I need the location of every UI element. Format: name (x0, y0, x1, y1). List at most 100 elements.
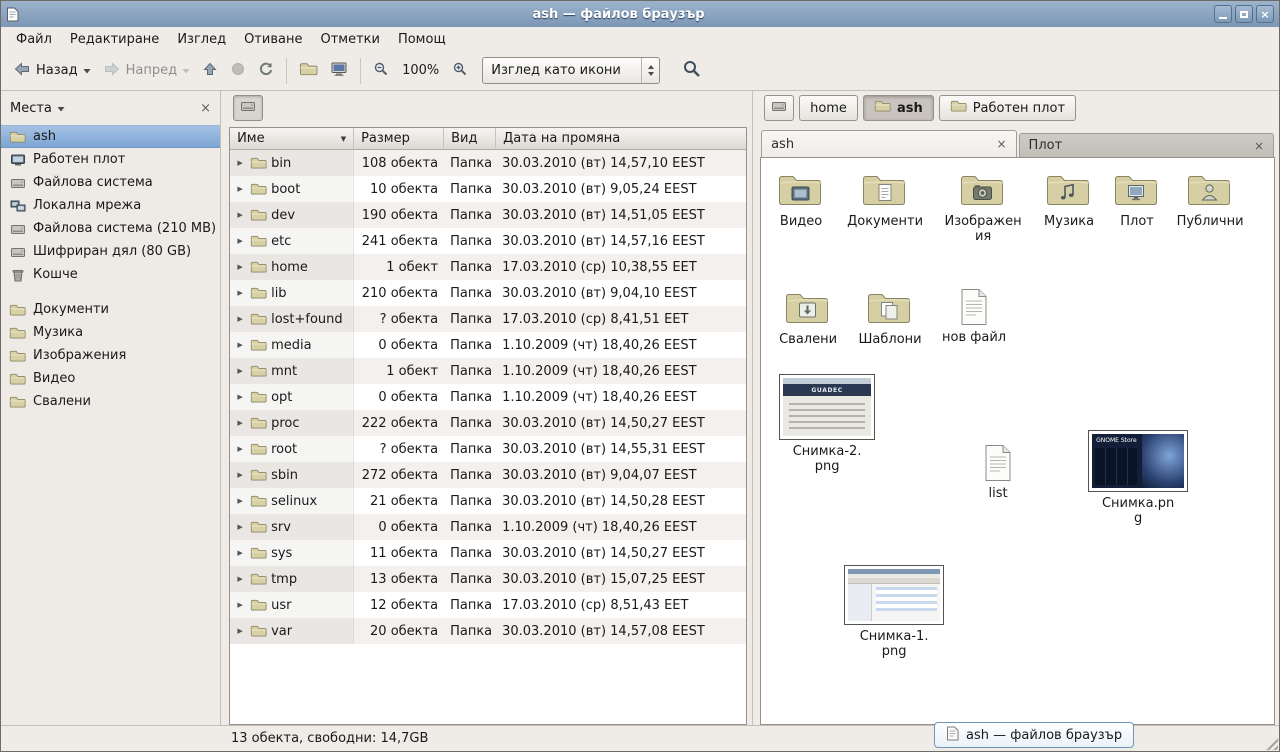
expander-icon[interactable]: ▶ (234, 445, 246, 453)
zoom-level[interactable]: 100% (395, 63, 446, 78)
sidebar-item-0[interactable]: ash (1, 125, 220, 148)
table-row[interactable]: ▶opt0 обектаПапка1.10.2009 (чт) 18,40,26… (230, 384, 746, 410)
column-header-0[interactable]: Име▼ (230, 128, 354, 150)
table-row[interactable]: ▶lib210 обектаПапка30.03.2010 (вт) 9,04,… (230, 280, 746, 306)
icon-item[interactable]: Свалени (763, 290, 853, 347)
back-button[interactable]: Назад (7, 56, 97, 86)
up-button[interactable] (196, 56, 224, 86)
tab-close-icon[interactable]: × (996, 138, 1006, 150)
forward-button[interactable]: Напред (97, 56, 196, 86)
expander-icon[interactable]: ▶ (234, 627, 246, 635)
column-header-3[interactable]: Дата на промяна (496, 128, 746, 150)
expander-icon[interactable]: ▶ (234, 575, 246, 583)
expander-icon[interactable]: ▶ (234, 341, 246, 349)
back-history-dropdown-icon[interactable] (83, 63, 91, 78)
table-row[interactable]: ▶usr12 обектаПапка17.03.2010 (ср) 8,51,4… (230, 592, 746, 618)
expander-icon[interactable]: ▶ (234, 159, 246, 167)
expander-icon[interactable]: ▶ (234, 549, 246, 557)
expander-icon[interactable]: ▶ (234, 419, 246, 427)
column-header-1[interactable]: Размер (354, 128, 444, 150)
sidebar-title[interactable]: Места (10, 101, 52, 116)
icon-item[interactable]: нов файл (929, 288, 1019, 345)
sidebar-item-10[interactable]: Изображения (1, 344, 220, 367)
table-row[interactable]: ▶root? обектаПапка30.03.2010 (вт) 14,55,… (230, 436, 746, 462)
expander-icon[interactable]: ▶ (234, 393, 246, 401)
sidebar-item-1[interactable]: Работен плот (1, 148, 220, 171)
expander-icon[interactable]: ▶ (234, 497, 246, 505)
table-row[interactable]: ▶bin108 обектаПапка30.03.2010 (вт) 14,57… (230, 150, 746, 176)
zoom-out-button[interactable] (367, 56, 395, 86)
sidebar-item-3[interactable]: Локална мрежа (1, 194, 220, 217)
sidebar-item-6[interactable]: Кошче (1, 263, 220, 286)
sidebar-dropdown-icon[interactable] (57, 101, 65, 116)
resize-grip[interactable] (1263, 735, 1278, 750)
sidebar-item-11[interactable]: Видео (1, 367, 220, 390)
expander-icon[interactable]: ▶ (234, 315, 246, 323)
menu-item-5[interactable]: Помощ (389, 30, 455, 49)
table-row[interactable]: ▶selinux21 обектаПапка30.03.2010 (вт) 14… (230, 488, 746, 514)
table-row[interactable]: ▶boot10 обектаПапка30.03.2010 (вт) 9,05,… (230, 176, 746, 202)
computer-button[interactable] (324, 56, 354, 86)
minimize-button[interactable] (1214, 5, 1232, 23)
view-mode-select[interactable]: Изглед като икони (482, 57, 660, 84)
expander-icon[interactable]: ▶ (234, 289, 246, 297)
sidebar-item-5[interactable]: Шифриран дял (80 GB) (1, 240, 220, 263)
menu-item-4[interactable]: Отметки (311, 30, 388, 49)
tab-1[interactable]: Плот× (1019, 133, 1274, 157)
expander-icon[interactable]: ▶ (234, 237, 246, 245)
breadcrumb-button-1[interactable]: home (799, 95, 858, 121)
icon-item[interactable]: Шаблони (845, 290, 935, 347)
icon-item[interactable]: GUADECСнимка-2.png (774, 374, 880, 475)
tab-close-icon[interactable]: × (1254, 140, 1264, 152)
expander-icon[interactable]: ▶ (234, 523, 246, 531)
menu-item-1[interactable]: Редактиране (61, 30, 168, 49)
expander-icon[interactable]: ▶ (234, 211, 246, 219)
expander-icon[interactable]: ▶ (234, 185, 246, 193)
menu-item-3[interactable]: Отиване (235, 30, 311, 49)
icon-item[interactable]: Изображения (938, 172, 1028, 245)
table-row[interactable]: ▶tmp13 обектаПапка30.03.2010 (вт) 15,07,… (230, 566, 746, 592)
titlebar[interactable]: ash — файлов браузър × (1, 1, 1279, 27)
expander-icon[interactable]: ▶ (234, 367, 246, 375)
breadcrumb-button-0[interactable] (764, 95, 794, 121)
icon-view[interactable]: ВидеоДокументиИзображенияМузикаПлотПубли… (760, 157, 1275, 725)
table-row[interactable]: ▶media0 обектаПапка1.10.2009 (чт) 18,40,… (230, 332, 746, 358)
zoom-in-button[interactable] (446, 56, 474, 86)
breadcrumb-button-2[interactable]: ash (863, 95, 934, 121)
icon-item[interactable]: Видео (760, 172, 846, 229)
breadcrumb-button-3[interactable]: Работен плот (939, 95, 1076, 121)
expander-icon[interactable]: ▶ (234, 471, 246, 479)
menu-item-2[interactable]: Изглед (168, 30, 235, 49)
table-row[interactable]: ▶etc241 обектаПапка30.03.2010 (вт) 14,57… (230, 228, 746, 254)
sidebar-close-button[interactable]: × (200, 101, 211, 116)
expander-icon[interactable]: ▶ (234, 263, 246, 271)
column-header-2[interactable]: Вид (444, 128, 496, 150)
table-row[interactable]: ▶srv0 обектаПапка1.10.2009 (чт) 18,40,26… (230, 514, 746, 540)
expander-icon[interactable]: ▶ (234, 601, 246, 609)
tab-0[interactable]: ash× (761, 130, 1016, 157)
icon-item[interactable]: Снимка-1.png (839, 565, 949, 660)
combo-spinner-icon[interactable] (641, 58, 659, 83)
icon-item[interactable]: GNOME StoreСнимка.png (1083, 430, 1193, 527)
icon-item[interactable]: list (953, 444, 1043, 501)
table-row[interactable]: ▶dev190 обектаПапка30.03.2010 (вт) 14,51… (230, 202, 746, 228)
menu-item-0[interactable]: Файл (7, 30, 61, 49)
forward-history-dropdown-icon[interactable] (182, 63, 190, 78)
sidebar-item-12[interactable]: Свалени (1, 390, 220, 413)
close-button[interactable]: × (1256, 5, 1274, 23)
sidebar-item-9[interactable]: Музика (1, 321, 220, 344)
table-row[interactable]: ▶home1 обектПапка17.03.2010 (ср) 10,38,5… (230, 254, 746, 280)
sidebar-item-8[interactable]: Документи (1, 298, 220, 321)
table-row[interactable]: ▶sbin272 обектаПапка30.03.2010 (вт) 9,04… (230, 462, 746, 488)
reload-button[interactable] (252, 56, 280, 86)
table-row[interactable]: ▶mnt1 обектПапка1.10.2009 (чт) 18,40,26 … (230, 358, 746, 384)
search-button[interactable] (676, 54, 708, 88)
sidebar-item-4[interactable]: Файлова система (210 MB) (1, 217, 220, 240)
stop-button[interactable] (224, 56, 252, 86)
icon-item[interactable]: Документи (840, 172, 930, 229)
table-row[interactable]: ▶sys11 обектаПапка30.03.2010 (вт) 14,50,… (230, 540, 746, 566)
sidebar-item-2[interactable]: Файлова система (1, 171, 220, 194)
icon-item[interactable]: Публични (1165, 172, 1255, 229)
filesystem-root-button[interactable] (233, 95, 263, 121)
table-row[interactable]: ▶proc222 обектаПапка30.03.2010 (вт) 14,5… (230, 410, 746, 436)
